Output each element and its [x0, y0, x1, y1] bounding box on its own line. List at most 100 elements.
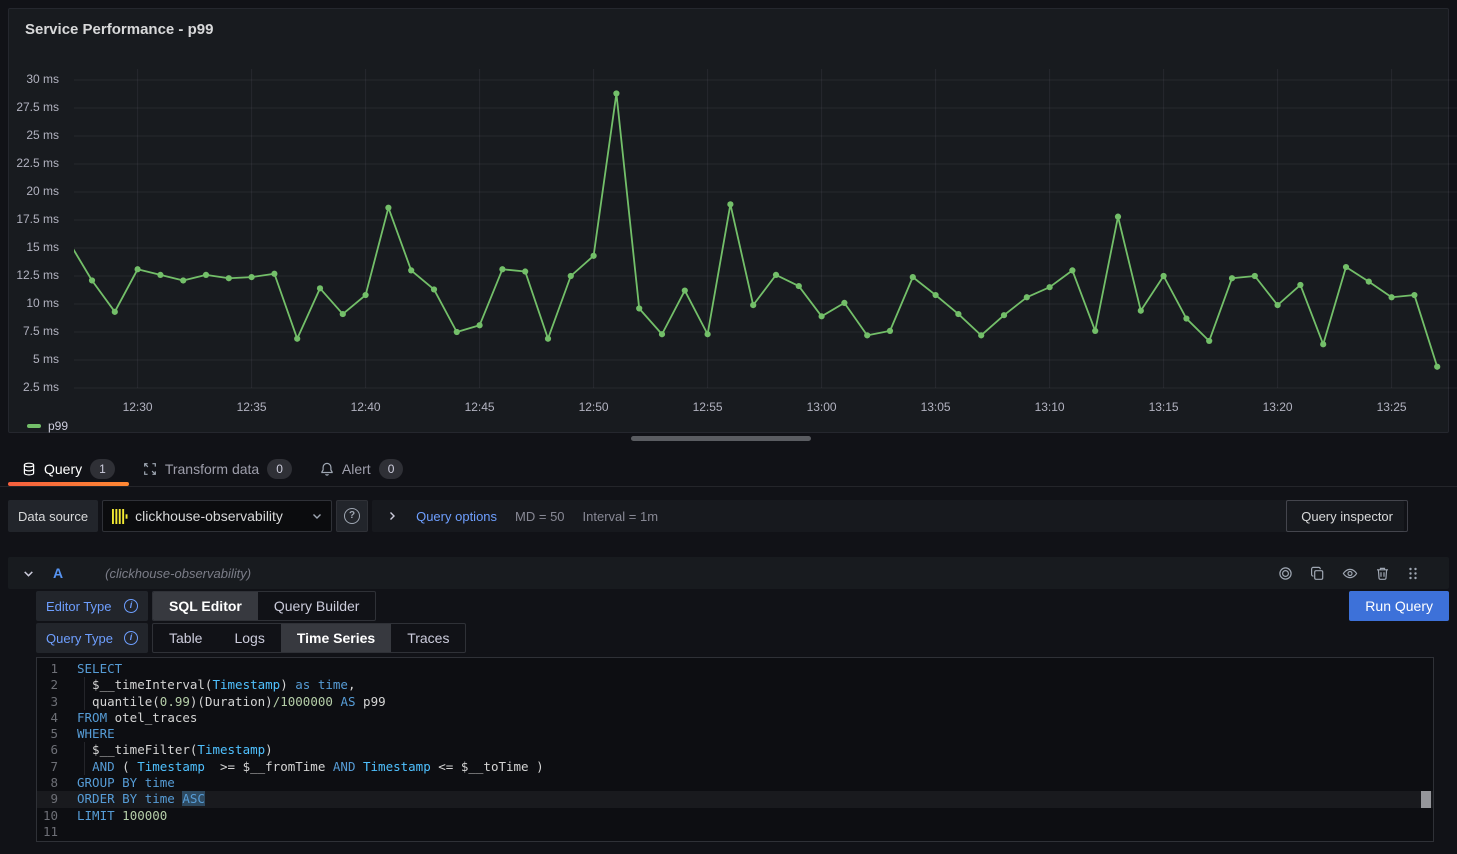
- clickhouse-logo: [111, 508, 128, 525]
- y-tick-label: 25 ms: [9, 128, 66, 142]
- timeseries-panel: Service Performance - p99 2.5 ms5 ms7.5 …: [8, 8, 1449, 433]
- code-line-9[interactable]: 9ORDER BY time ASC: [37, 791, 1433, 807]
- editor-type-label: Editor Type i: [36, 591, 148, 621]
- info-icon: i: [124, 631, 138, 645]
- tab-alert-count: 0: [379, 459, 404, 479]
- run-query-button[interactable]: Run Query: [1349, 591, 1449, 621]
- chevron-down-icon: [311, 510, 323, 522]
- editor-tabbar: Query 1 Transform data 0 Alert 0: [8, 452, 417, 486]
- editor-scrollbar-thumb[interactable]: [1421, 791, 1431, 807]
- database-icon: [22, 462, 36, 476]
- query-options-strip: Query options MD = 50 Interval = 1m: [372, 500, 1404, 532]
- hide-query-button[interactable]: [1342, 566, 1358, 581]
- svg-text:12:40: 12:40: [351, 400, 381, 414]
- delete-query-button[interactable]: [1375, 566, 1390, 581]
- query-type-option-traces[interactable]: Traces: [391, 624, 465, 652]
- editor-type-option-sql-editor[interactable]: SQL Editor: [153, 592, 258, 620]
- code-text: ORDER BY time ASC: [77, 791, 1433, 807]
- line-number: 3: [37, 694, 77, 710]
- tab-alert[interactable]: Alert 0: [306, 452, 417, 486]
- datasource-help-button[interactable]: ?: [336, 500, 368, 532]
- code-text: SELECT: [77, 661, 1433, 677]
- editor-type-option-query-builder[interactable]: Query Builder: [258, 592, 376, 620]
- panel-horizontal-scrollbar[interactable]: [631, 436, 811, 441]
- svg-text:13:15: 13:15: [1149, 400, 1179, 414]
- code-line-2[interactable]: 2 $__timeInterval(Timestamp) as time,: [37, 677, 1433, 693]
- datasource-select[interactable]: clickhouse-observability: [102, 500, 332, 532]
- code-line-5[interactable]: 5WHERE: [37, 726, 1433, 742]
- code-text: $__timeInterval(Timestamp) as time,: [77, 677, 1433, 693]
- line-number: 2: [37, 677, 77, 693]
- query-datasource-hint: (clickhouse-observability): [105, 566, 251, 581]
- query-type-label: Query Type i: [36, 623, 148, 653]
- svg-text:12:30: 12:30: [123, 400, 153, 414]
- legend-item-p99[interactable]: p99: [27, 419, 68, 433]
- query-row-header: A (clickhouse-observability): [8, 557, 1449, 589]
- y-tick-label: 15 ms: [9, 240, 66, 254]
- y-tick-label: 20 ms: [9, 184, 66, 198]
- query-inspector-button[interactable]: Query inspector: [1286, 500, 1408, 532]
- tab-query[interactable]: Query 1: [8, 452, 129, 486]
- query-options-md: MD = 50: [515, 509, 565, 524]
- y-tick-label: 27.5 ms: [9, 100, 66, 114]
- grip-icon: [1407, 566, 1419, 581]
- line-number: 10: [37, 808, 77, 824]
- y-tick-label: 30 ms: [9, 72, 66, 86]
- query-type-radio-group: Table Logs Time Series Traces: [152, 623, 466, 653]
- y-tick-label: 7.5 ms: [9, 324, 66, 338]
- svg-text:13:05: 13:05: [921, 400, 951, 414]
- line-number: 9: [37, 791, 77, 807]
- legend-label: p99: [48, 419, 68, 433]
- legend-swatch: [27, 424, 41, 428]
- trash-icon: [1375, 566, 1390, 581]
- code-text: FROM otel_traces: [77, 710, 1433, 726]
- code-line-1[interactable]: 1SELECT: [37, 661, 1433, 677]
- tab-transform-data[interactable]: Transform data 0: [129, 452, 306, 486]
- circle-icon: [1278, 566, 1293, 581]
- tab-transform-label: Transform data: [165, 461, 259, 477]
- query-type-row: Query Type i Table Logs Time Series Trac…: [36, 623, 466, 653]
- line-number: 8: [37, 775, 77, 791]
- code-line-7[interactable]: 7 AND ( Timestamp >= $__fromTime AND Tim…: [37, 759, 1433, 775]
- query-ref-id[interactable]: A: [53, 565, 63, 581]
- transform-icon: [143, 462, 157, 476]
- chevron-right-icon[interactable]: [386, 510, 398, 522]
- code-line-8[interactable]: 8GROUP BY time: [37, 775, 1433, 791]
- editor-type-row: Editor Type i SQL Editor Query Builder: [36, 591, 376, 621]
- y-axis-labels: 2.5 ms5 ms7.5 ms10 ms12.5 ms15 ms17.5 ms…: [9, 9, 66, 429]
- datasource-label: Data source: [8, 500, 98, 532]
- query-type-option-time-series[interactable]: Time Series: [281, 624, 391, 652]
- code-lines: 1SELECT2 $__timeInterval(Timestamp) as t…: [37, 661, 1433, 840]
- editor-type-radio-group: SQL Editor Query Builder: [152, 591, 376, 621]
- code-line-3[interactable]: 3 quantile(0.99)(Duration)/1000000 AS p9…: [37, 694, 1433, 710]
- toggle-query-button[interactable]: [1278, 566, 1293, 581]
- code-line-11[interactable]: 11: [37, 824, 1433, 840]
- y-tick-label: 17.5 ms: [9, 212, 66, 226]
- line-number: 4: [37, 710, 77, 726]
- grafana-edit-panel-screen: Service Performance - p99 2.5 ms5 ms7.5 …: [0, 0, 1457, 854]
- query-type-option-logs[interactable]: Logs: [218, 624, 280, 652]
- code-text: AND ( Timestamp >= $__fromTime AND Times…: [77, 759, 1433, 775]
- sql-code-editor[interactable]: 1SELECT2 $__timeInterval(Timestamp) as t…: [36, 657, 1434, 842]
- drag-query-handle[interactable]: [1407, 566, 1419, 581]
- code-text: GROUP BY time: [77, 775, 1433, 791]
- code-line-10[interactable]: 10LIMIT 100000: [37, 808, 1433, 824]
- code-text: LIMIT 100000: [77, 808, 1433, 824]
- question-circle-icon: ?: [344, 508, 360, 524]
- collapse-chevron-icon[interactable]: [22, 567, 35, 580]
- line-number: 11: [37, 824, 77, 840]
- duplicate-query-button[interactable]: [1310, 566, 1325, 581]
- eye-icon: [1342, 566, 1358, 581]
- datasource-value: clickhouse-observability: [135, 508, 304, 524]
- query-type-option-table[interactable]: Table: [153, 624, 218, 652]
- y-tick-label: 10 ms: [9, 296, 66, 310]
- code-line-4[interactable]: 4FROM otel_traces: [37, 710, 1433, 726]
- tab-alert-label: Alert: [342, 461, 371, 477]
- query-options-toggle[interactable]: Query options: [416, 509, 497, 524]
- line-number: 1: [37, 661, 77, 677]
- timeseries-plot[interactable]: 12:3012:3512:4012:4512:5012:5513:0013:05…: [74, 59, 1457, 419]
- code-text: WHERE: [77, 726, 1433, 742]
- code-line-6[interactable]: 6 $__timeFilter(Timestamp): [37, 742, 1433, 758]
- code-text: [77, 824, 1433, 840]
- svg-text:12:45: 12:45: [465, 400, 495, 414]
